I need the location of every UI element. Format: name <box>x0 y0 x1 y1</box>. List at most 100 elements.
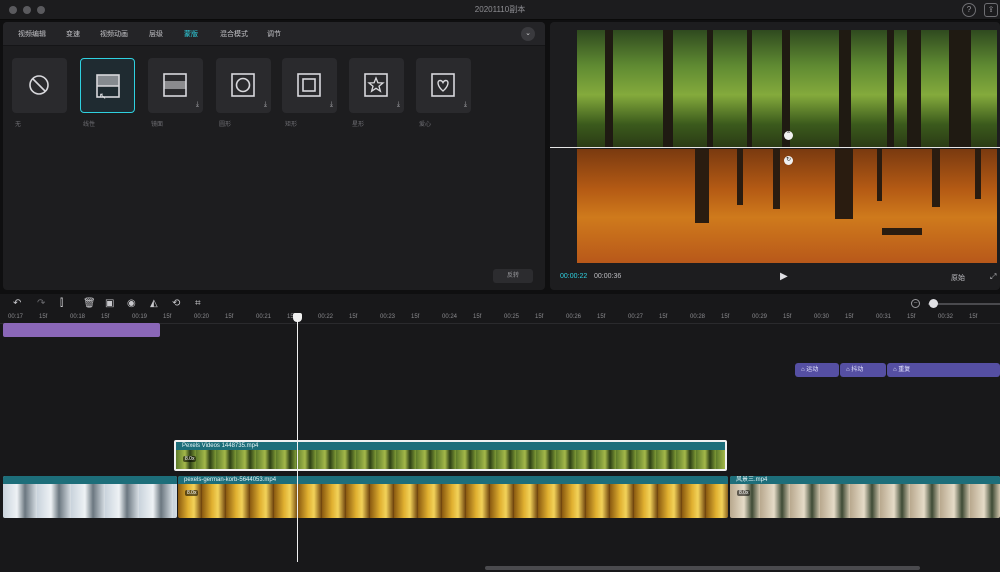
freeze-frame-icon[interactable]: ▣ <box>105 298 114 309</box>
redo-icon[interactable]: ↷ <box>37 298 45 309</box>
ruler-tick-label: 15f <box>845 314 854 320</box>
ruler-tick-label: 15f <box>473 314 482 320</box>
circle-mask-icon <box>231 73 255 97</box>
timeline-scrollbar[interactable] <box>485 566 920 570</box>
share-icon[interactable]: ⇪ <box>984 3 998 17</box>
mask-label-rectangle: 矩形 <box>285 122 298 128</box>
total-time: 00:00:36 <box>594 273 622 280</box>
player-panel: ⌃ ↻ 00:00:22 00:00:36 ▶ 原始 ⤢ <box>550 22 1000 290</box>
ruler-tick-label: 15f <box>597 314 606 320</box>
ruler-tick-label: 00:22 <box>318 314 334 320</box>
overlay-clip[interactable]: Pexels Videos 1448735.mp4 8.0x <box>174 440 727 471</box>
clip-header-bar <box>3 476 177 484</box>
properties-panel: 视频编辑 变速 视频动画 层级 蒙版 混合模式 调节 ⌄ ↖ ⤓ ⤓ ⤓ ⤓ ⤓… <box>3 22 545 290</box>
mask-star[interactable]: ⤓ <box>349 58 404 113</box>
effect-label: 运动 <box>806 367 819 373</box>
ruler-tick-label: 00:24 <box>442 314 458 320</box>
main-clip-autumn[interactable]: pexels-german-korb-5644053.mp4 8.0x <box>178 476 728 518</box>
mask-heart[interactable]: ⤓ <box>416 58 471 113</box>
ruler-tick-label: 00:29 <box>752 314 768 320</box>
clip-name: Pexels Videos 1448735.mp4 <box>176 442 725 450</box>
download-icon: ⤓ <box>263 101 267 108</box>
undo-icon[interactable]: ↶ <box>13 298 21 309</box>
tab-layer[interactable]: 层级 <box>149 29 163 39</box>
mask-label-mirror: 镜面 <box>151 122 164 128</box>
current-time: 00:00:22 <box>560 273 588 280</box>
zoom-slider[interactable] <box>928 303 1000 305</box>
mask-rectangle[interactable]: ⤓ <box>282 58 337 113</box>
mask-rotate-handle[interactable]: ↻ <box>784 156 793 165</box>
ruler-tick-label: 15f <box>411 314 420 320</box>
mask-label-heart: 爱心 <box>419 122 432 128</box>
title-bar: 20201110副本 ? ⇪ <box>0 0 1000 20</box>
download-icon: ⤓ <box>195 101 199 108</box>
effect-chip-shake[interactable]: ⌂ 抖动 <box>840 363 886 377</box>
ruler-tick-label: 15f <box>225 314 234 320</box>
download-icon: ⤓ <box>329 101 333 108</box>
audio-track-clip[interactable] <box>3 323 160 337</box>
playhead-line[interactable] <box>297 316 298 562</box>
ruler-tick-label: 00:17 <box>8 314 24 320</box>
chevron-down-icon[interactable]: ⌄ <box>521 27 535 41</box>
tab-blend-mode[interactable]: 混合模式 <box>220 29 248 39</box>
timeline-toolbar: ↶ ↷ ⫿ 🗑 ▣ ◉ ◭ ⟲ ⌗ − <box>0 294 1000 314</box>
ruler-tick-label: 15f <box>163 314 172 320</box>
speed-badge: 8.0x <box>185 490 199 496</box>
tab-video-animation[interactable]: 视频动画 <box>100 29 128 39</box>
crop-icon[interactable]: ⌗ <box>195 298 201 309</box>
zoom-out-icon[interactable]: − <box>911 299 920 308</box>
ruler-tick-label: 00:21 <box>256 314 272 320</box>
ruler-tick-label: 00:25 <box>504 314 520 320</box>
split-icon[interactable]: ⫿ <box>60 298 63 309</box>
rotate-icon[interactable]: ⟲ <box>172 298 180 309</box>
mask-label-linear: 线性 <box>83 122 96 128</box>
main-clip-snow[interactable] <box>3 476 177 518</box>
effect-chip-motion[interactable]: ⌂ 运动 <box>795 363 839 377</box>
effect-chip-repeat[interactable]: ⌂ 重复 <box>887 363 1000 377</box>
ruler-tick-label: 15f <box>907 314 916 320</box>
download-icon: ⤓ <box>463 101 467 108</box>
main-clip-landscape[interactable]: 风景三.mp4 8.0x <box>730 476 1000 518</box>
ruler-tick-label: 00:26 <box>566 314 582 320</box>
clip-name: pexels-german-korb-5644053.mp4 <box>178 476 728 484</box>
tab-adjust[interactable]: 调节 <box>267 29 281 39</box>
mirror-mask-icon <box>163 73 187 97</box>
cursor-icon: ↖ <box>99 91 107 101</box>
ruler-tick-label: 15f <box>783 314 792 320</box>
play-icon[interactable]: ▶ <box>780 271 788 282</box>
property-tabs: 视频编辑 变速 视频动画 层级 蒙版 混合模式 调节 ⌄ <box>3 22 545 46</box>
mask-divider-line[interactable] <box>550 147 1000 148</box>
effect-label: 抖动 <box>851 367 864 373</box>
ruler-tick-label: 00:18 <box>70 314 86 320</box>
ruler-tick-label: 00:28 <box>690 314 706 320</box>
timeline: ↶ ↷ ⫿ 🗑 ▣ ◉ ◭ ⟲ ⌗ − 00:17 15f 00:18 15f 00:1… <box>0 294 1000 572</box>
mask-feather-handle[interactable]: ⌃ <box>784 131 793 140</box>
ruler-tick-label: 15f <box>659 314 668 320</box>
heart-mask-icon <box>431 73 455 97</box>
effect-label: 重复 <box>898 367 911 373</box>
reverse-button[interactable]: 反转 <box>493 269 533 283</box>
download-icon: ⤓ <box>396 101 400 108</box>
tab-mask[interactable]: 蒙版 <box>184 29 198 39</box>
tab-speed[interactable]: 变速 <box>66 29 80 39</box>
ruler-tick-label: 15f <box>721 314 730 320</box>
reverse-play-icon[interactable]: ◉ <box>127 298 136 309</box>
mask-mirror[interactable]: ⤓ <box>148 58 203 113</box>
tab-video-edit[interactable]: 视频编辑 <box>18 29 46 39</box>
playhead-handle[interactable] <box>293 313 302 322</box>
aspect-ratio-select[interactable]: 原始 <box>951 273 965 283</box>
delete-icon[interactable]: 🗑 <box>83 298 96 309</box>
mirror-icon[interactable]: ◭ <box>150 298 158 309</box>
mask-label-star: 星形 <box>352 122 365 128</box>
mask-label-circle: 圆形 <box>219 122 232 128</box>
ruler-tick-label: 00:23 <box>380 314 396 320</box>
zoom-slider-knob[interactable] <box>929 299 938 308</box>
help-icon[interactable]: ? <box>962 3 976 17</box>
fullscreen-icon[interactable]: ⤢ <box>990 272 996 282</box>
mask-linear[interactable]: ↖ <box>80 58 135 113</box>
star-mask-icon <box>364 73 388 97</box>
rectangle-mask-icon <box>297 73 321 97</box>
ruler-tick-label: 15f <box>101 314 110 320</box>
mask-circle[interactable]: ⤓ <box>216 58 271 113</box>
mask-none[interactable] <box>12 58 67 113</box>
